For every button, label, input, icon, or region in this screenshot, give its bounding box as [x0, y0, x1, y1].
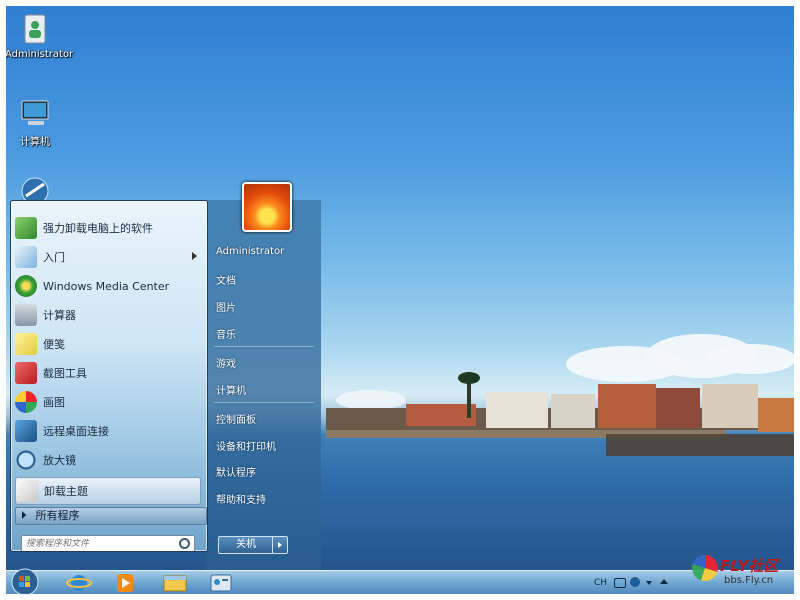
start-menu-right-pane: Administrator 文档 图片 音乐 游戏 计算机 控制面板 设备和打印…: [206, 200, 321, 570]
fly-logo-icon: [692, 555, 718, 581]
chevron-right-icon: [278, 542, 282, 548]
keyboard-icon[interactable]: [614, 578, 626, 588]
taskbar-explorer[interactable]: [158, 573, 192, 593]
start-link-music[interactable]: 音乐: [216, 326, 236, 341]
internet-explorer-icon: [66, 575, 92, 591]
program-item[interactable]: 画图: [15, 389, 203, 415]
taskbar-control-panel[interactable]: [204, 573, 238, 593]
search-icon: [179, 538, 190, 549]
start-link-administrator[interactable]: Administrator: [216, 246, 284, 257]
watermark-text: FLY社区: [720, 557, 779, 575]
help-icon[interactable]: [630, 577, 640, 587]
start-orb-icon: [11, 568, 39, 594]
language-indicator[interactable]: CH: [594, 578, 607, 588]
search-input[interactable]: [22, 536, 180, 551]
search-box[interactable]: [21, 535, 195, 551]
start-menu-divider: [214, 402, 314, 403]
user-avatar[interactable]: [242, 182, 292, 232]
getting-started-icon: [15, 246, 37, 268]
control-panel-icon: [210, 574, 232, 592]
desktop-icon-administrator[interactable]: Administrator: [6, 12, 74, 60]
start-link-control-panel[interactable]: 控制面板: [216, 411, 256, 426]
taskbar-media-player[interactable]: [108, 573, 142, 593]
file-explorer-icon: [163, 575, 187, 592]
start-menu: Administrator 文档 图片 音乐 游戏 计算机 控制面板 设备和打印…: [8, 200, 321, 570]
shutdown-options-button[interactable]: [272, 536, 288, 554]
all-programs-button[interactable]: 所有程序: [15, 507, 207, 525]
taskbar: CH FLY社区 bbs.Fly.cn: [6, 555, 794, 594]
paint-icon: [15, 391, 37, 413]
program-item[interactable]: 强力卸载电脑上的软件: [15, 215, 203, 241]
program-item[interactable]: Windows Media Center: [15, 273, 203, 299]
watermark-url: bbs.Fly.cn: [724, 575, 774, 586]
chevron-right-icon: [192, 252, 197, 260]
program-item[interactable]: 计算器: [15, 302, 203, 328]
chevron-down-icon[interactable]: [646, 581, 652, 585]
magnifier-icon: [15, 449, 37, 471]
remote-desktop-icon: [15, 420, 37, 442]
start-link-documents[interactable]: 文档: [216, 272, 236, 287]
desktop: Administrator 计算机 Administrator 文档 图片 音乐…: [6, 6, 794, 594]
calculator-icon: [15, 304, 37, 326]
program-item[interactable]: 便笺: [15, 331, 203, 357]
start-menu-divider: [214, 346, 314, 347]
user-folder-icon: [18, 12, 52, 46]
desktop-icon-label: 计算机: [20, 137, 50, 148]
watermark-logo: FLY社区 bbs.Fly.cn: [690, 549, 790, 594]
start-menu-programs-pane: 强力卸载电脑上的软件 入门 Windows Media Center 计算器 便…: [10, 200, 208, 552]
sticky-notes-icon: [15, 333, 37, 355]
media-player-icon: [117, 574, 133, 592]
desktop-icon-label: Administrator: [6, 49, 74, 60]
uninstall-theme-icon: [16, 480, 38, 502]
shutdown-label: 关机: [236, 539, 256, 550]
show-hidden-icons-icon[interactable]: [660, 579, 668, 584]
program-item[interactable]: 入门: [15, 244, 203, 270]
start-link-pictures[interactable]: 图片: [216, 299, 236, 314]
program-item[interactable]: 放大镜: [15, 447, 203, 473]
start-button[interactable]: [10, 567, 40, 594]
uninstall-software-icon: [15, 217, 37, 239]
taskbar-ie[interactable]: [62, 573, 96, 593]
start-link-default-programs[interactable]: 默认程序: [216, 464, 256, 479]
snipping-tool-icon: [15, 362, 37, 384]
start-link-help-support[interactable]: 帮助和支持: [216, 491, 266, 506]
start-link-devices-printers[interactable]: 设备和打印机: [216, 438, 276, 453]
shutdown-button[interactable]: 关机: [218, 536, 274, 554]
start-link-games[interactable]: 游戏: [216, 355, 236, 370]
computer-icon: [18, 96, 52, 130]
start-link-computer[interactable]: 计算机: [216, 382, 246, 397]
chevron-right-icon: [22, 511, 26, 519]
program-item[interactable]: 截图工具: [15, 360, 203, 386]
media-center-icon: [15, 275, 37, 297]
program-item-highlighted[interactable]: 卸载主题: [15, 477, 201, 505]
program-item[interactable]: 远程桌面连接: [15, 418, 203, 444]
desktop-icon-computer[interactable]: 计算机: [6, 96, 65, 148]
